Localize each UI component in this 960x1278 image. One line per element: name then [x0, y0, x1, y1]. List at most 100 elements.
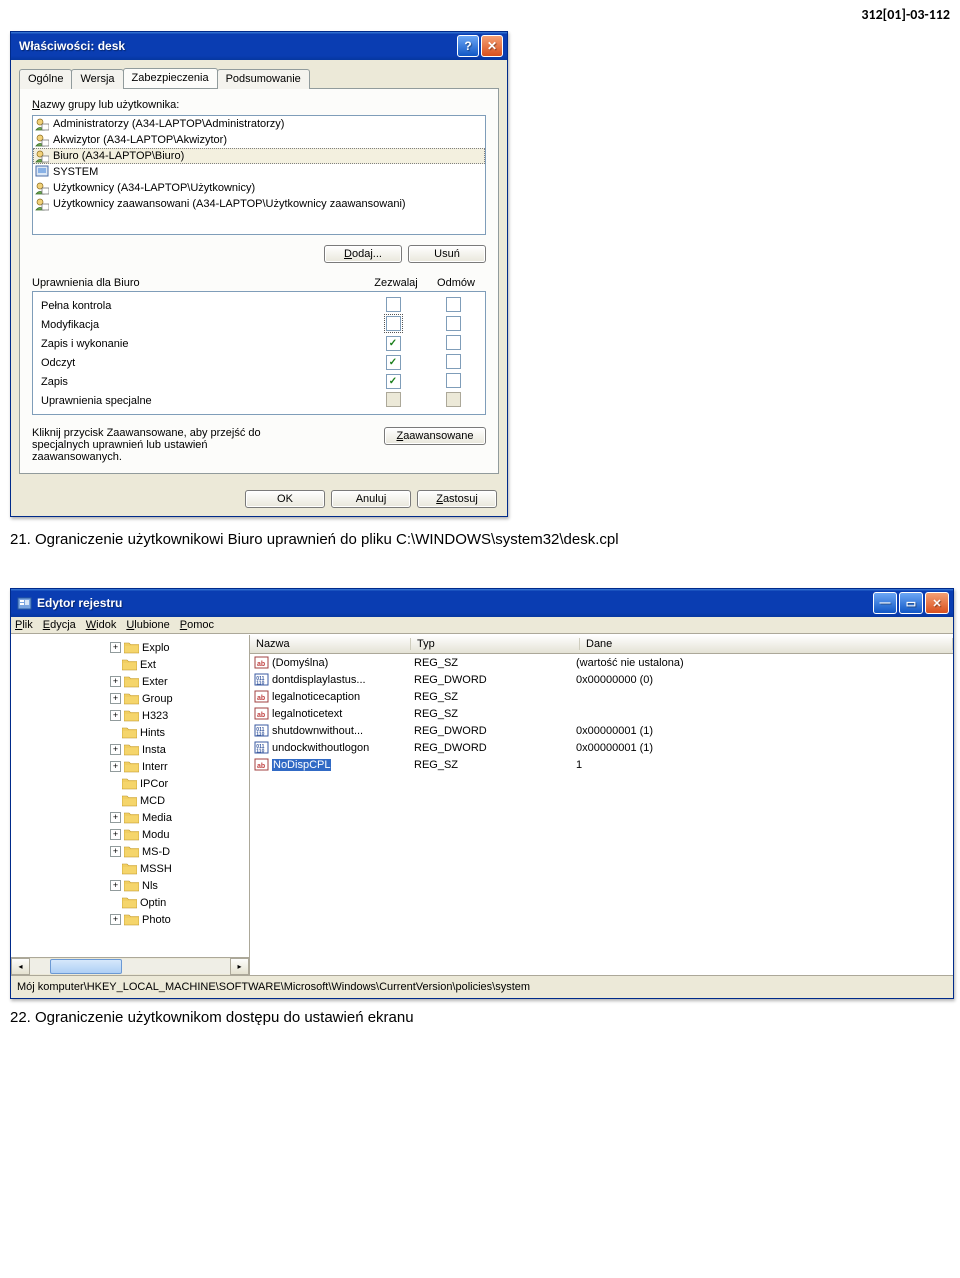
expand-icon[interactable]: + — [110, 744, 121, 755]
value-name: shutdownwithout... — [272, 725, 363, 737]
deny-checkbox[interactable] — [446, 316, 461, 331]
tree-node[interactable]: +Nls — [11, 877, 249, 894]
user-row[interactable]: Akwizytor (A34-LAPTOP\Akwizytor) — [33, 132, 485, 148]
tree-node[interactable]: +MS-D — [11, 843, 249, 860]
menu-item[interactable]: Widok — [86, 619, 117, 631]
tree-node[interactable]: +Insta — [11, 741, 249, 758]
scroll-right-button[interactable]: ▸ — [230, 958, 249, 975]
tree-node[interactable]: Ext — [11, 656, 249, 673]
user-row[interactable]: SYSTEM — [33, 164, 485, 180]
deny-checkbox[interactable] — [446, 297, 461, 312]
expand-icon[interactable]: + — [110, 642, 121, 653]
tree-node[interactable]: Hints — [11, 724, 249, 741]
allow-checkbox[interactable]: ✓ — [386, 336, 401, 351]
expand-icon[interactable]: + — [110, 710, 121, 721]
tree-panel[interactable]: +ExploExt + Exter +Group+H323Hints+Insta+In… — [11, 635, 250, 975]
user-icon — [35, 149, 49, 163]
user-list[interactable]: Administratorzy (A34-LAPTOP\Administrato… — [32, 115, 486, 235]
advanced-button[interactable]: Zaawansowane — [384, 427, 486, 445]
deny-checkbox[interactable] — [446, 392, 461, 407]
dword-value-icon — [254, 672, 269, 687]
menubar[interactable]: Plik Edycja Widok Ulubione Pomoc — [11, 617, 953, 634]
tree-node[interactable]: + Media — [11, 809, 249, 826]
tree-label: Exter — [142, 676, 168, 688]
tree-node[interactable]: +H323 — [11, 707, 249, 724]
scroll-left-button[interactable]: ◂ — [11, 958, 30, 975]
tab-version[interactable]: Wersja — [71, 69, 123, 89]
allow-checkbox[interactable]: ✓ — [386, 355, 401, 370]
tree-node[interactable]: IPCor — [11, 775, 249, 792]
tree-label: Optin — [140, 897, 166, 909]
value-row[interactable]: shutdownwithout...REG_DWORD0x00000001 (1… — [250, 722, 953, 739]
expand-icon[interactable]: + — [110, 880, 121, 891]
tabs: Ogólne Wersja Zabezpieczenia Podsumowani… — [11, 60, 507, 88]
ok-button[interactable]: OK — [245, 490, 325, 508]
permission-name: Zapis i wykonanie — [35, 338, 363, 350]
tab-summary[interactable]: Podsumowanie — [217, 69, 310, 89]
permission-name: Modyfikacja — [35, 319, 363, 331]
deny-checkbox[interactable] — [446, 354, 461, 369]
deny-checkbox[interactable] — [446, 373, 461, 388]
allow-checkbox[interactable] — [386, 297, 401, 312]
expand-icon[interactable]: + — [110, 761, 121, 772]
user-row[interactable]: Użytkownicy (A34-LAPTOP\Użytkownicy) — [33, 180, 485, 196]
tree-label: Media — [142, 812, 172, 824]
string-value-icon — [254, 706, 269, 721]
col-data[interactable]: Dane — [580, 638, 953, 650]
allow-checkbox[interactable] — [386, 316, 401, 331]
tab-security[interactable]: Zabezpieczenia — [123, 68, 218, 88]
tree-node[interactable]: Optin — [11, 894, 249, 911]
allow-checkbox[interactable] — [386, 392, 401, 407]
scroll-track[interactable] — [30, 959, 230, 974]
value-name: legalnoticetext — [272, 708, 342, 720]
expand-icon[interactable]: + — [110, 914, 121, 925]
tree-node[interactable]: +Photo — [11, 911, 249, 928]
maximize-button[interactable]: ▭ — [899, 592, 923, 614]
folder-icon — [124, 675, 139, 688]
add-button[interactable]: Dodaj... — [324, 245, 402, 263]
col-type[interactable]: Typ — [411, 638, 580, 650]
help-button[interactable]: ? — [457, 35, 479, 57]
tree-node[interactable]: +Interr — [11, 758, 249, 775]
value-row[interactable]: legalnoticecaptionREG_SZ — [250, 688, 953, 705]
menu-item[interactable]: Pomoc — [180, 619, 214, 631]
close-button[interactable]: ✕ — [481, 35, 503, 57]
value-row[interactable]: (Domyślna)REG_SZ(wartość nie ustalona) — [250, 654, 953, 671]
tree-node[interactable]: + Exter — [11, 673, 249, 690]
menu-item[interactable]: Plik — [15, 619, 33, 631]
expand-icon[interactable]: + — [110, 693, 121, 704]
value-row[interactable]: dontdisplaylastus...REG_DWORD0x00000000 … — [250, 671, 953, 688]
value-row[interactable]: undockwithoutlogonREG_DWORD0x00000001 (1… — [250, 739, 953, 756]
expand-icon[interactable]: + — [110, 812, 121, 823]
scroll-thumb[interactable] — [50, 959, 122, 974]
expand-icon[interactable]: + — [110, 846, 121, 857]
minimize-button[interactable]: — — [873, 592, 897, 614]
apply-button[interactable]: Zastosuj — [417, 490, 497, 508]
expand-icon[interactable]: + — [110, 829, 121, 840]
dword-value-icon — [254, 723, 269, 738]
tree-node[interactable]: +Explo — [11, 639, 249, 656]
tree-node[interactable]: +Modu — [11, 826, 249, 843]
col-name[interactable]: Nazwa — [250, 638, 411, 650]
value-name: undockwithoutlogon — [272, 742, 369, 754]
user-row[interactable]: Administratorzy (A34-LAPTOP\Administrato… — [33, 116, 485, 132]
allow-checkbox[interactable]: ✓ — [386, 374, 401, 389]
remove-button[interactable]: Usuń — [408, 245, 486, 263]
folder-icon — [122, 794, 137, 807]
tree-node[interactable]: MCD — [11, 792, 249, 809]
deny-checkbox[interactable] — [446, 335, 461, 350]
expand-icon[interactable]: + — [110, 676, 121, 687]
user-row[interactable]: Użytkownicy zaawansowani (A34-LAPTOP\Uży… — [33, 196, 485, 212]
tree-node[interactable]: MSSH — [11, 860, 249, 877]
values-panel[interactable]: Nazwa Typ Dane (Domyślna)REG_SZ(wartość … — [250, 635, 953, 975]
user-row[interactable]: Biuro (A34-LAPTOP\Biuro) — [33, 148, 485, 164]
menu-item[interactable]: Ulubione — [126, 619, 169, 631]
value-row[interactable]: NoDispCPLREG_SZ1 — [250, 756, 953, 773]
tab-general[interactable]: Ogólne — [19, 69, 72, 89]
menu-item[interactable]: Edycja — [43, 619, 76, 631]
cancel-button[interactable]: Anuluj — [331, 490, 411, 508]
close-button[interactable]: ✕ — [925, 592, 949, 614]
tree-node[interactable]: +Group — [11, 690, 249, 707]
values-header[interactable]: Nazwa Typ Dane — [250, 635, 953, 654]
value-row[interactable]: legalnoticetextREG_SZ — [250, 705, 953, 722]
